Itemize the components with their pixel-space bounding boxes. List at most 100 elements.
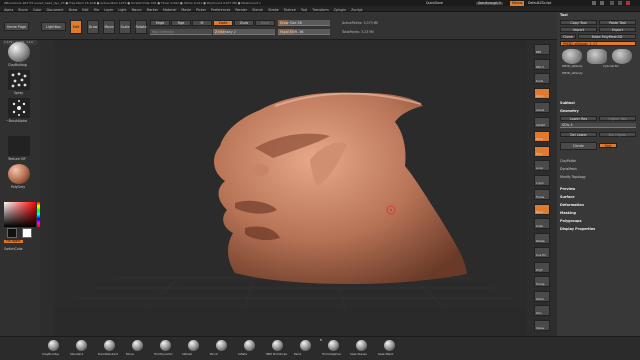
tool-thumb-3[interactable]: [612, 49, 632, 64]
see-through-slider[interactable]: See-through 0: [476, 1, 503, 5]
make-polymesh-button[interactable]: Make PolyMesh3D: [578, 34, 636, 39]
tool-thumb-2[interactable]: [587, 49, 607, 64]
masking-section[interactable]: Masking: [560, 211, 576, 215]
del-lower-button[interactable]: Del Lower: [560, 132, 597, 137]
fill-object-button[interactable]: FillObject: [4, 239, 23, 244]
strip-button-bpr[interactable]: BPR: [534, 44, 550, 55]
deformation-section[interactable]: Deformation: [560, 203, 584, 207]
alpha-dots-icon: [12, 100, 26, 116]
preview-section[interactable]: Preview: [560, 187, 575, 191]
copy-tool-button[interactable]: Copy Tool: [560, 20, 597, 25]
secondary-color-swatch[interactable]: [22, 228, 32, 238]
lower-res-button[interactable]: Lower Res: [560, 116, 597, 121]
layout-icon[interactable]: [600, 1, 604, 5]
home-page-button[interactable]: Home Page: [4, 22, 29, 31]
brush-hpolish-icon[interactable]: [188, 340, 199, 351]
quicksave-button[interactable]: QuickSave: [426, 1, 443, 5]
polygroups-section[interactable]: Polygroups: [560, 219, 581, 223]
strip-button-ghost[interactable]: Ghost: [534, 290, 550, 302]
rgb-intensity-slider[interactable]: Rgb Intensity: [150, 29, 212, 35]
modify-topology-section[interactable]: Modify Topology: [560, 175, 586, 179]
strip-button-solo[interactable]: Solo: [534, 305, 550, 316]
strip-button-line-fill[interactable]: Line Fill: [534, 247, 550, 258]
sculpt-canvas[interactable]: [55, 48, 527, 308]
brush-paint-icon[interactable]: [300, 340, 311, 351]
claypolish-section[interactable]: ClayPolish: [560, 159, 576, 163]
rotate-button[interactable]: Rotate: [135, 20, 147, 34]
del-higher-button[interactable]: Del Higher: [599, 132, 636, 137]
strip-button-persp[interactable]: Persp: [534, 131, 550, 142]
strip-button-aahalf[interactable]: AAHalf: [534, 116, 550, 128]
brush-move-icon[interactable]: [132, 340, 143, 351]
brush-damstandard-icon[interactable]: [104, 340, 115, 351]
dynamesh-section[interactable]: DynaMesh: [560, 167, 577, 171]
zsub-button[interactable]: Zsub: [234, 20, 254, 26]
import-button[interactable]: Import: [560, 27, 597, 32]
color-picker[interactable]: [4, 202, 36, 227]
texture-icon[interactable]: [8, 136, 30, 156]
current-tool-slider[interactable]: PM3D_sktbody_1 17: [560, 41, 636, 46]
close-icon[interactable]: [626, 1, 630, 5]
geometry-section[interactable]: Geometry: [560, 109, 579, 113]
zadd-button[interactable]: Zadd: [213, 20, 233, 26]
strip-button-polyf[interactable]: PolyF: [534, 261, 550, 273]
edit-button[interactable]: Edit: [70, 20, 82, 34]
zcut-button[interactable]: Zcut: [255, 20, 275, 26]
strip-button-xpose[interactable]: Xpose: [534, 319, 550, 331]
divide-button[interactable]: Divide: [560, 142, 597, 150]
maximize-icon[interactable]: [618, 1, 622, 5]
strip-button-transp[interactable]: Transp: [534, 276, 550, 287]
strip-button-rotate[interactable]: Rotate: [534, 232, 550, 244]
brush-pinch-icon[interactable]: [216, 340, 227, 351]
smt-button[interactable]: Smt: [599, 143, 617, 148]
export-button[interactable]: Export: [599, 27, 636, 32]
brush-inflate-icon[interactable]: [244, 340, 255, 351]
material-icon[interactable]: [8, 164, 30, 184]
switch-color-button[interactable]: SwitchColor: [4, 247, 23, 251]
clone-button[interactable]: Clone: [560, 34, 576, 39]
z-intensity-slider[interactable]: Z Intensity 2: [213, 29, 275, 35]
lightbox-button[interactable]: LightBox: [41, 22, 66, 31]
sdiv-slider[interactable]: SDiv 4: [560, 123, 636, 128]
script-label[interactable]: DefaultZScript: [528, 1, 551, 5]
brush-trimdynamic-icon[interactable]: [160, 340, 171, 351]
m-button[interactable]: M: [192, 20, 212, 26]
rgb-button[interactable]: Rgb: [171, 20, 191, 26]
strip-button-actual[interactable]: Actual: [534, 102, 550, 113]
canvas-viewport[interactable]: [55, 48, 527, 308]
subtool-section[interactable]: Subtool: [560, 101, 575, 105]
brush-selectlasso-icon[interactable]: [356, 340, 367, 351]
strip-button-zoom[interactable]: Zoom: [534, 87, 550, 99]
brush-selectrect-icon[interactable]: [384, 340, 395, 351]
brush-standard-icon[interactable]: [76, 340, 87, 351]
brush-trimadaptive-icon[interactable]: [328, 340, 339, 351]
brush-claybuildup-icon[interactable]: [48, 340, 59, 351]
alpha-icon[interactable]: [8, 98, 30, 118]
focal-shift-slider[interactable]: Focal Shift -56: [278, 29, 330, 35]
main-color-swatch[interactable]: [7, 228, 17, 238]
strip-button-scroll[interactable]: Scroll: [534, 73, 550, 84]
move-button[interactable]: Move: [103, 20, 115, 34]
strip-button-frame[interactable]: Frame: [534, 189, 550, 200]
strip-button-local[interactable]: Local: [534, 160, 550, 171]
strip-button-move[interactable]: Move: [534, 203, 550, 215]
stroke-icon[interactable]: [8, 70, 30, 90]
mrgb-button[interactable]: Mrgb: [150, 20, 170, 26]
strip-button-scale[interactable]: Scale: [534, 218, 550, 229]
brush-imm-primitives-icon[interactable]: [272, 340, 283, 351]
display-properties-section[interactable]: Display Properties: [560, 227, 595, 231]
higher-res-button[interactable]: Higher Res: [599, 116, 636, 121]
paste-tool-button[interactable]: Paste Tool: [599, 20, 636, 25]
strip-button-spix-3[interactable]: SPix 3: [534, 58, 550, 70]
draw-size-slider[interactable]: Draw Size 56: [278, 20, 330, 26]
tool-thumb-1[interactable]: [562, 49, 582, 64]
brush-icon[interactable]: [8, 42, 30, 62]
menus-button[interactable]: Menus: [510, 0, 525, 6]
scale-button[interactable]: Scale: [119, 20, 131, 34]
minimize-icon[interactable]: [610, 1, 614, 5]
strip-button-l-sym[interactable]: L.Sym: [534, 174, 550, 186]
surface-section[interactable]: Surface: [560, 195, 575, 199]
draw-button[interactable]: Draw: [87, 20, 99, 34]
gear-icon[interactable]: [592, 1, 596, 5]
strip-button-floor[interactable]: Floor: [534, 145, 550, 157]
